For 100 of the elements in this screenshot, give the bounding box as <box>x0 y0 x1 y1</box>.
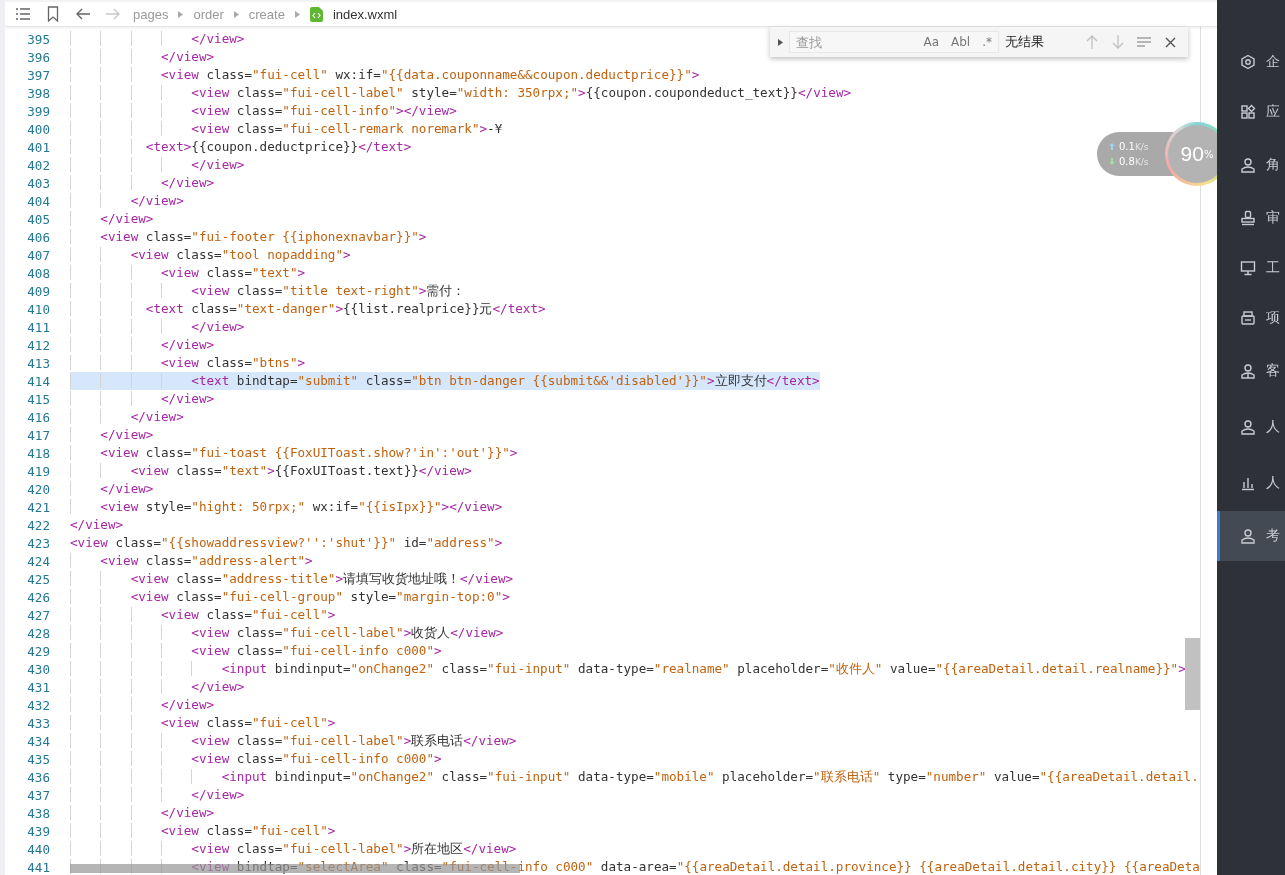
code-line: </view> <box>70 804 215 822</box>
line-number: 420 <box>26 481 51 497</box>
sidebar-item[interactable]: 应 <box>1217 87 1285 137</box>
code-line: <view class="fui-cell-label">所在地区</view> <box>70 840 517 858</box>
sidebar-item[interactable]: 工 <box>1217 243 1285 293</box>
line-number: 427 <box>26 607 51 623</box>
scrollbar-thumb[interactable] <box>1185 638 1200 710</box>
sidebar-item[interactable]: 企 <box>1217 37 1285 87</box>
code-line: <view class="fui-cell-info c000"> <box>70 642 442 660</box>
line-number: 417 <box>26 427 51 443</box>
line-number: 402 <box>26 157 51 173</box>
person-icon <box>1240 157 1256 173</box>
grid-icon <box>1240 104 1256 120</box>
code-line: <view class="btns"> <box>70 354 306 372</box>
line-number: 397 <box>26 67 51 83</box>
code-line: <view class="tool nopadding"> <box>70 246 351 264</box>
line-number: 441 <box>26 859 51 875</box>
line-number: 407 <box>26 247 51 263</box>
code-line: </view> <box>70 390 215 408</box>
code-line: </view> <box>70 30 245 48</box>
code-line: <view class="{{showaddressview?'':'shut'}}" id="address"> <box>70 534 503 552</box>
code-line: <view class="address-alert"> <box>70 552 313 570</box>
sidebar-item[interactable]: 人 <box>1217 455 1285 511</box>
stamp-icon <box>1240 210 1256 226</box>
code-line: </view> <box>70 516 124 534</box>
line-number: 419 <box>26 463 51 479</box>
find-option-toggle[interactable]: .* <box>980 35 994 49</box>
code-line: </view> <box>70 678 245 696</box>
line-number: 413 <box>26 355 51 371</box>
sidebar-item[interactable]: 审 <box>1217 193 1285 243</box>
code-line: <view class="fui-cell-info c000"> <box>70 750 442 768</box>
code-line: <view class="fui-cell-remark noremark">-¥ <box>70 120 503 138</box>
code-line: <view class="fui-cell-group" style="margin-top:0"> <box>70 588 510 606</box>
code-line: </view> <box>70 318 245 336</box>
file-name: index.wxml <box>332 6 398 22</box>
code-line: <view class="text">{{FoxUIToast.text}}</view> <box>70 462 472 480</box>
code-line: <view class="fui-cell"> <box>70 714 336 732</box>
down-arrow-icon <box>1109 158 1115 165</box>
line-number: 405 <box>26 211 51 227</box>
sidebar-item[interactable]: 人 <box>1217 399 1285 455</box>
code-line: <text>{{coupon.deductprice}}</text> <box>70 138 412 156</box>
person-icon <box>1240 528 1256 544</box>
line-number: 432 <box>26 697 51 713</box>
code-line: </view> <box>70 210 154 228</box>
code-line: </view> <box>70 696 215 714</box>
line-number: 430 <box>26 661 51 677</box>
line-number: 398 <box>26 85 51 101</box>
line-number: 437 <box>26 787 51 803</box>
sidebar-item[interactable]: 角 <box>1217 137 1285 193</box>
code-line: <view class="fui-toast {{FoxUIToast.show?'in':'out'}}"> <box>70 444 518 462</box>
line-number: 395 <box>26 31 51 47</box>
hexagon-icon <box>1240 54 1256 70</box>
line-number: 422 <box>26 517 51 533</box>
code-line: </view> <box>70 408 184 426</box>
code-line: </view> <box>70 48 215 66</box>
expand-triangle-icon[interactable] <box>778 38 783 46</box>
line-number: 435 <box>26 751 51 767</box>
person-icon <box>1240 419 1256 435</box>
code-line: <view class="fui-cell"> <box>70 822 336 840</box>
file-icon <box>309 6 323 22</box>
line-number: 423 <box>26 535 51 551</box>
line-number: 436 <box>26 769 51 785</box>
line-number: 404 <box>26 193 51 209</box>
sidebar-item[interactable]: 项 <box>1217 293 1285 343</box>
code-line: <view class="fui-footer {{iphonexnavbar}}"> <box>70 228 427 246</box>
code-line: <view class="fui-cell"> <box>70 606 336 624</box>
find-field[interactable]: 查找 Aa Abl .* <box>789 31 999 53</box>
find-option-toggle[interactable]: Aa <box>921 35 941 49</box>
code-line: </view> <box>70 426 154 444</box>
chevron-icon <box>178 10 184 18</box>
code-line: <view class="fui-cell-label">收货人</view> <box>70 624 504 642</box>
line-number: 440 <box>26 841 51 857</box>
bar-chart-icon <box>1240 475 1256 491</box>
line-number: 399 <box>26 103 51 119</box>
code-line: <input bindinput="onChange2" class="fui-input" data-type="realname" placeholder="收件人" value="{{areaDetail.detail.realname}}"> <box>70 660 1186 678</box>
code-line: <view class="fui-cell" wx:if="{{data.couponname&&coupon.deductprice}}"> <box>70 66 700 84</box>
line-number: 424 <box>26 553 51 569</box>
code-line: </view> <box>70 480 154 498</box>
code-line: <view class="fui-cell-info"></view> <box>70 102 457 120</box>
line-number: 429 <box>26 643 51 659</box>
line-number: 410 <box>26 301 51 317</box>
sidebar-item[interactable]: 考 <box>1217 511 1285 561</box>
monitor-icon <box>1240 260 1256 276</box>
printer-icon <box>1240 310 1256 326</box>
find-option-toggle[interactable]: Abl <box>949 35 973 49</box>
chevron-icon <box>294 10 300 18</box>
code-line: <view class="address-title">请填写收货地址哦！</view> <box>70 570 514 588</box>
line-number: 408 <box>26 265 51 281</box>
up-arrow-icon <box>1109 143 1115 150</box>
line-number: 406 <box>26 229 51 245</box>
line-number: 438 <box>26 805 51 821</box>
sidebar-item[interactable]: 客 <box>1217 343 1285 399</box>
code-line: <view class="fui-cell-label" style="width: 350rpx;">{{coupon.coupondeduct_text}}</view> <box>70 84 852 102</box>
code-line: </view> <box>70 192 184 210</box>
line-number: 412 <box>26 337 51 353</box>
line-number: 421 <box>26 499 51 515</box>
line-number: 426 <box>26 589 51 605</box>
list-icon[interactable] <box>13 5 33 23</box>
line-number: 428 <box>26 625 51 641</box>
code-line: <view class="text"> <box>70 264 306 282</box>
